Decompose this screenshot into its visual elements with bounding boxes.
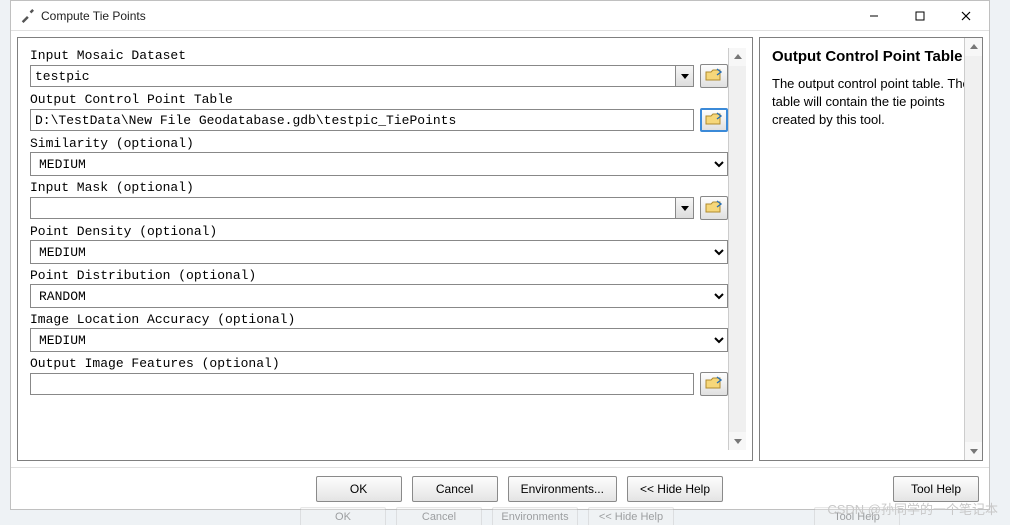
form-area: Input Mosaic Dataset testpic Output Cont… [30, 48, 728, 450]
cancel-button[interactable]: Cancel [412, 476, 498, 502]
minimize-button[interactable] [851, 1, 897, 31]
input-mosaic-dropdown[interactable]: testpic [30, 65, 694, 87]
titlebar: Compute Tie Points [11, 1, 989, 31]
browse-output-table-button[interactable] [700, 108, 728, 132]
hammer-icon [19, 8, 35, 24]
point-density-select[interactable]: MEDIUM [30, 240, 728, 264]
help-scrollbar[interactable] [964, 38, 982, 460]
label-output-features: Output Image Features (optional) [30, 356, 728, 371]
input-mosaic-value: testpic [31, 69, 675, 84]
input-mask-dropdown[interactable] [30, 197, 694, 219]
ok-button[interactable]: OK [316, 476, 402, 502]
label-input-mask: Input Mask (optional) [30, 180, 728, 195]
label-similarity: Similarity (optional) [30, 136, 728, 151]
dialog-body: Input Mosaic Dataset testpic Output Cont… [11, 31, 989, 467]
label-input-mosaic: Input Mosaic Dataset [30, 48, 728, 63]
chevron-down-icon[interactable] [675, 66, 693, 86]
scroll-down-icon[interactable] [965, 442, 982, 460]
window-title: Compute Tie Points [41, 9, 851, 23]
window-controls [851, 1, 989, 31]
scroll-up-icon[interactable] [729, 48, 746, 66]
field-point-distribution: Point Distribution (optional) RANDOM [30, 268, 728, 308]
help-body: The output control point table. The tabl… [772, 75, 970, 450]
scroll-up-icon[interactable] [965, 38, 982, 56]
close-button[interactable] [943, 1, 989, 31]
dialog-window: Compute Tie Points Input Mosaic Dataset [10, 0, 990, 510]
similarity-select[interactable]: MEDIUM [30, 152, 728, 176]
label-point-distribution: Point Distribution (optional) [30, 268, 728, 283]
help-title: Output Control Point Table [772, 48, 970, 65]
parameters-panel: Input Mosaic Dataset testpic Output Cont… [17, 37, 753, 461]
chevron-down-icon[interactable] [675, 198, 693, 218]
output-features-input[interactable] [30, 373, 694, 395]
environments-button[interactable]: Environments... [508, 476, 617, 502]
params-scrollbar[interactable] [728, 48, 746, 450]
browse-output-features-button[interactable] [700, 372, 728, 396]
scroll-down-icon[interactable] [729, 432, 746, 450]
output-table-input[interactable] [30, 109, 694, 131]
hide-help-button[interactable]: << Hide Help [627, 476, 723, 502]
field-location-accuracy: Image Location Accuracy (optional) MEDIU… [30, 312, 728, 352]
field-input-mask: Input Mask (optional) [30, 180, 728, 220]
button-row: OK Cancel Environments... << Hide Help T… [11, 467, 989, 509]
field-output-features: Output Image Features (optional) [30, 356, 728, 396]
point-distribution-select[interactable]: RANDOM [30, 284, 728, 308]
browse-mosaic-button[interactable] [700, 64, 728, 88]
label-location-accuracy: Image Location Accuracy (optional) [30, 312, 728, 327]
browse-mask-button[interactable] [700, 196, 728, 220]
maximize-button[interactable] [897, 1, 943, 31]
field-similarity: Similarity (optional) MEDIUM [30, 136, 728, 176]
field-input-mosaic: Input Mosaic Dataset testpic [30, 48, 728, 88]
tool-help-button[interactable]: Tool Help [893, 476, 979, 502]
help-panel: Output Control Point Table The output co… [759, 37, 983, 461]
location-accuracy-select[interactable]: MEDIUM [30, 328, 728, 352]
field-point-density: Point Density (optional) MEDIUM [30, 224, 728, 264]
label-output-table: Output Control Point Table [30, 92, 728, 107]
label-point-density: Point Density (optional) [30, 224, 728, 239]
field-output-table: Output Control Point Table [30, 92, 728, 132]
